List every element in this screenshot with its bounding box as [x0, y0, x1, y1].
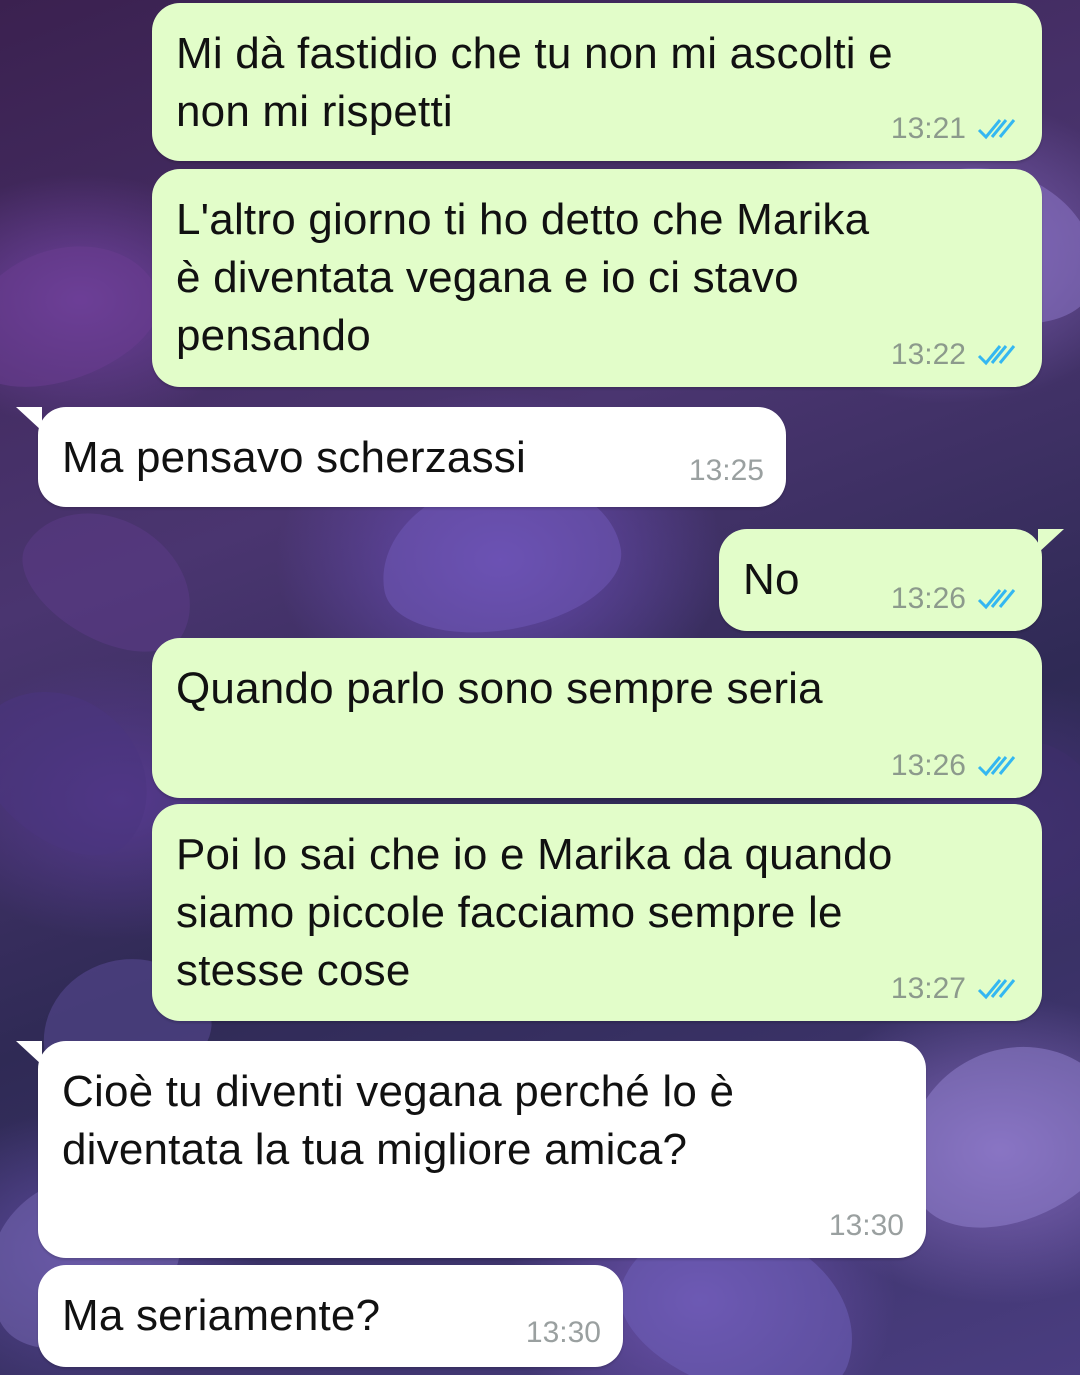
message-meta: 13:30 [526, 1313, 601, 1353]
message-time: 13:22 [890, 338, 966, 371]
message-meta: 13:25 [689, 451, 764, 491]
message-time: 13:26 [890, 749, 966, 782]
message-meta: 13:22 [891, 335, 1020, 375]
message-time: 13:27 [890, 972, 966, 1005]
message-bubble-outgoing[interactable]: L'altro giorno ti ho detto che Marika è … [152, 169, 1042, 387]
message-bubble-outgoing[interactable]: No 13:26 [719, 529, 1064, 631]
message-bubble-outgoing[interactable]: Quando parlo sono sempre seria 13:26 [152, 638, 1042, 798]
double-check-icon [977, 589, 1016, 610]
message-bubble-incoming[interactable]: Ma pensavo scherzassi 13:25 [16, 407, 786, 507]
double-check-icon [977, 119, 1016, 140]
message-text: Ma pensavo scherzassi [62, 433, 526, 482]
message-text: Cioè tu diventi vegana perché lo è diven… [62, 1067, 735, 1174]
message-meta: 13:21 [891, 109, 1020, 149]
message-meta: 13:27 [891, 969, 1020, 1009]
bubble-tail [1038, 529, 1064, 553]
message-bubble-incoming[interactable]: Ma seriamente? 13:30 [38, 1265, 623, 1367]
double-check-icon [977, 345, 1016, 366]
message-time: 13:25 [688, 454, 764, 487]
double-check-icon [977, 756, 1016, 777]
message-time: 13:30 [525, 1316, 601, 1349]
bubble-tail [16, 1041, 42, 1065]
message-text: No [743, 555, 800, 604]
message-bubble-incoming[interactable]: Cioè tu diventi vegana perché lo è diven… [16, 1041, 926, 1258]
message-time: 13:21 [890, 112, 966, 145]
message-meta: 13:30 [829, 1206, 904, 1246]
message-time: 13:26 [890, 582, 966, 615]
message-text: Poi lo sai che io e Marika da quando sia… [176, 830, 893, 995]
message-meta: 13:26 [891, 579, 1020, 619]
message-text: Ma seriamente? [62, 1291, 381, 1340]
message-meta: 13:26 [891, 746, 1020, 786]
message-time: 13:30 [828, 1209, 904, 1242]
message-text: Mi dà fastidio che tu non mi ascolti e n… [176, 29, 893, 136]
bubble-tail [16, 407, 42, 431]
message-bubble-outgoing[interactable]: Poi lo sai che io e Marika da quando sia… [152, 804, 1042, 1021]
double-check-icon [977, 979, 1016, 1000]
message-text: L'altro giorno ti ho detto che Marika è … [176, 195, 870, 360]
message-bubble-outgoing[interactable]: Mi dà fastidio che tu non mi ascolti e n… [152, 3, 1042, 161]
message-text: Quando parlo sono sempre seria [176, 664, 823, 713]
